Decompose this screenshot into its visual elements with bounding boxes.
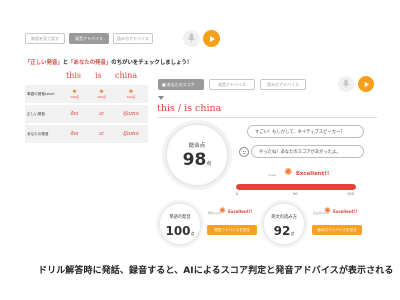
word-score-unit: 点 <box>190 231 195 236</box>
speaker-icon <box>158 96 164 100</box>
ipa-text: ðɪs <box>70 111 79 117</box>
row-label: あなたの発音 <box>27 131 49 136</box>
tab-label: あなたのスコア <box>166 81 195 87</box>
level-bar-track <box>236 184 356 190</box>
tab-reading-advice-right[interactable]: 読み方アドバイス <box>260 79 306 90</box>
fluency-excellent: Excellent!! <box>333 209 358 214</box>
row-label: 正しい発音 <box>27 111 45 116</box>
ipa-cell: tʃaɪnə <box>117 125 145 143</box>
play-button-right[interactable] <box>358 76 374 92</box>
play-icon <box>364 81 369 87</box>
ipa-text: ɪz <box>99 131 104 137</box>
tab-speak-word[interactable]: 単語を見て話す <box>25 33 65 44</box>
divider <box>157 117 377 118</box>
scale-min: 0 <box>236 192 239 196</box>
fluency-sun-icon: ✺ <box>324 206 331 215</box>
score-cell: ✺ 100点 <box>62 85 87 103</box>
caption: ドリル解答時に発話、録音すると、AIによるスコア判定と発音アドバイスが表示される <box>38 266 394 276</box>
speaker-icon: ■ <box>162 82 166 87</box>
instruction-text: 「正しい発音」と「あなたの発音」のちがいをチェックしましょう！ <box>25 58 192 66</box>
ipa-text: tʃaɪnə <box>123 111 139 117</box>
table-row: 正しい発音 ðɪs ɪz tʃaɪnə <box>25 105 148 123</box>
total-score-label: 総合点 <box>188 143 206 149</box>
score-cell: ✺ 100点 <box>117 85 145 103</box>
fluency-score-value: 92点 <box>262 220 306 239</box>
ipa-cell: ðɪs <box>62 125 87 143</box>
table-row: 単語の発音Level ✺ 100点 ✺ 100点 ✺ 100点 <box>25 85 148 103</box>
reading-advice-button[interactable]: 読み方アドバイスを見る <box>312 225 362 235</box>
level-sun-icon: ✺ <box>284 167 293 178</box>
play-icon <box>209 35 215 42</box>
level-label: Level <box>268 173 276 177</box>
instruction-quote-correct: 「正しい発音」 <box>25 60 63 66</box>
word-score: 100点 <box>70 94 79 99</box>
word-score: 100点 <box>97 94 106 99</box>
scale-max: 100 <box>347 192 354 196</box>
ipa-text: ɪz <box>99 111 104 117</box>
total-score-number: 98 <box>182 150 207 170</box>
mic-button-right[interactable] <box>338 76 354 92</box>
microphone-icon <box>342 79 350 88</box>
score-cell: ✺ 100点 <box>89 85 114 103</box>
sentence-text: this / is china <box>157 103 222 114</box>
ipa-cell: ðɪs <box>62 105 87 123</box>
word-score: 100点 <box>126 94 136 99</box>
fluency-score-unit: 点 <box>290 231 295 236</box>
ipa-cell: ɪz <box>89 105 114 123</box>
total-score-unit: 点 <box>206 161 212 167</box>
ipa-text: tʃaɪnə <box>123 131 139 137</box>
word-score-value: 100点 <box>158 220 202 239</box>
word-sun-icon: ✺ <box>219 206 226 215</box>
mic-button[interactable] <box>183 30 200 47</box>
total-score-value: 98点 <box>165 150 229 170</box>
scale-mid: 50 <box>293 192 298 196</box>
instruction-rest: のちがいをチェックしましょう！ <box>111 60 193 66</box>
microphone-icon <box>187 33 196 43</box>
ipa-text: ðɪs <box>70 131 79 137</box>
instruction-quote-yours: 「あなたの発音」 <box>68 60 112 66</box>
word-score-number: 100 <box>165 224 191 238</box>
tab-your-score[interactable]: ■ あなたのスコア <box>158 79 204 90</box>
ipa-cell: ɪz <box>89 125 114 143</box>
word-china: china <box>115 71 138 80</box>
table-row: あなたの発音 ðɪs ɪz tʃaɪnə <box>25 125 148 143</box>
level-excellent: Excellent!! <box>296 171 330 177</box>
row-label: 単語の発音Level <box>27 91 55 96</box>
play-button[interactable] <box>203 30 220 47</box>
feedback-bubble: すごい！もしかして、ネイティブスピーカー？ <box>247 125 364 138</box>
pronunciation-advice-button[interactable]: 発音アドバイスを見る <box>207 225 257 235</box>
level-bar-fill <box>236 184 356 190</box>
tab-pronunciation-advice[interactable]: 発音アドバイス <box>69 33 109 44</box>
fluency-score-number: 92 <box>273 224 291 238</box>
tab-pronunciation-advice-right[interactable]: 発音アドバイス <box>209 79 255 90</box>
feedback-bubble: やったね！あなたのスコアがあがったよ。 <box>251 145 364 158</box>
smile-icon <box>239 147 249 157</box>
word-this: this <box>66 71 82 80</box>
tab-reading-advice[interactable]: 読み方アドバイス <box>113 33 153 44</box>
word-is: is <box>95 71 102 80</box>
ipa-cell: tʃaɪnə <box>117 105 145 123</box>
word-excellent: Excellent!! <box>228 209 253 214</box>
